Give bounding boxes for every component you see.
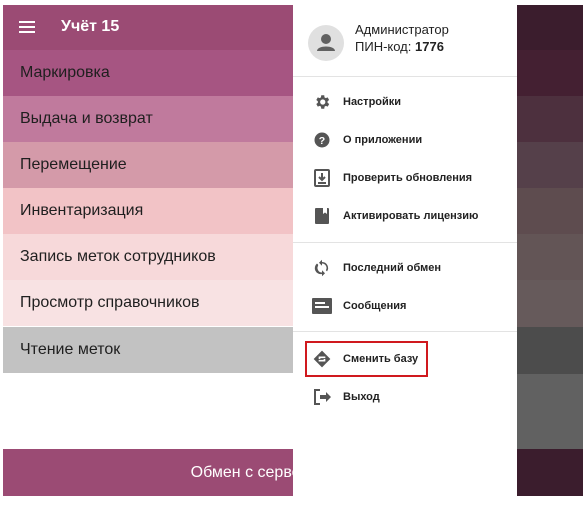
drawer-item-label: Выход: [343, 391, 380, 403]
download-icon: [311, 167, 333, 189]
sync-icon: [311, 257, 333, 279]
app-title: Учёт 15: [61, 18, 120, 35]
person-icon: [317, 34, 335, 51]
drawer-item-about[interactable]: ? О приложении: [293, 124, 517, 156]
drawer-item-last-sync[interactable]: Последний обмен: [293, 252, 517, 284]
drawer-item-label: Сообщения: [343, 300, 407, 312]
highlight-box: [305, 341, 428, 377]
user-name: Администратор: [355, 22, 449, 37]
drawer-item-messages[interactable]: Сообщения: [293, 290, 517, 322]
drawer-item-label: Последний обмен: [343, 262, 442, 274]
drawer-item-logout[interactable]: Выход: [293, 381, 517, 413]
svg-text:?: ?: [319, 135, 325, 147]
drawer-item-settings[interactable]: Настройки: [293, 86, 517, 118]
pin-value: 1776: [415, 39, 444, 54]
drawer-item-label: Настройки: [343, 96, 402, 108]
divider: [293, 331, 517, 332]
drawer-item-label: Проверить обновления: [343, 172, 473, 184]
divider: [293, 242, 517, 243]
logout-icon: [311, 386, 333, 408]
license-icon: [311, 205, 333, 227]
drawer-item-check-updates[interactable]: Проверить обновления: [293, 162, 517, 194]
pin-label: ПИН-код:: [355, 39, 415, 54]
account-header: Администратор ПИН-код: 1776: [293, 5, 517, 77]
gear-icon: [311, 91, 333, 113]
drawer-scrim[interactable]: [517, 5, 583, 496]
user-pin: ПИН-код: 1776: [355, 39, 444, 54]
avatar: [308, 25, 344, 61]
drawer-item-label: О приложении: [343, 134, 423, 146]
navigation-drawer: Администратор ПИН-код: 1776 Настройки ? …: [293, 5, 517, 496]
message-icon: [311, 295, 333, 317]
drawer-item-activate-license[interactable]: Активировать лицензию: [293, 200, 517, 232]
drawer-item-label: Активировать лицензию: [343, 210, 479, 222]
menu-icon[interactable]: [19, 21, 35, 33]
help-icon: ?: [311, 129, 333, 151]
